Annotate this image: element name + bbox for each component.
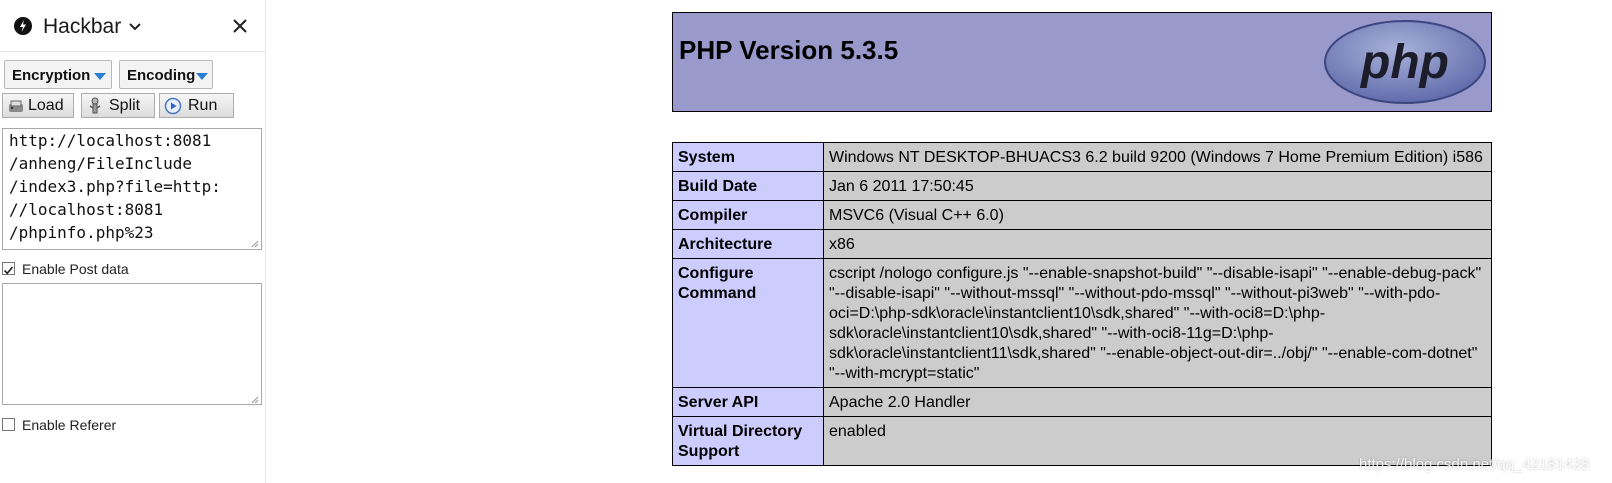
php-info-table: System Windows NT DESKTOP-BHUACS3 6.2 bui… bbox=[672, 142, 1492, 466]
info-row-label: Architecture bbox=[672, 229, 824, 259]
info-row: Build Date Jan 6 2011 17:50:45 bbox=[672, 171, 1492, 201]
hackbar-title[interactable]: Hackbar bbox=[43, 15, 121, 39]
load-label: Load bbox=[28, 97, 64, 114]
enable-post-data-label: Enable Post data bbox=[22, 261, 129, 277]
split-label: Split bbox=[109, 97, 141, 114]
info-row-label: System bbox=[672, 142, 824, 172]
load-button[interactable]: Load bbox=[2, 93, 74, 118]
encryption-dropdown[interactable]: Encryption bbox=[4, 60, 112, 89]
watermark: https://blog.csdn.net/qq_42181428 bbox=[1359, 456, 1590, 473]
info-row: Compiler MSVC6 (Visual C++ 6.0) bbox=[672, 200, 1492, 230]
enable-post-data-checkbox[interactable] bbox=[2, 262, 15, 275]
info-row-label: Virtual Directory Support bbox=[672, 416, 824, 466]
info-row-value: Windows NT DESKTOP-BHUACS3 6.2 build 920… bbox=[823, 142, 1492, 172]
info-row-value: Jan 6 2011 17:50:45 bbox=[823, 171, 1492, 201]
info-row-value: Apache 2.0 Handler bbox=[823, 387, 1492, 417]
enable-referer-checkbox[interactable] bbox=[2, 418, 15, 431]
encoding-label: Encoding bbox=[127, 67, 196, 84]
info-row-label: Compiler bbox=[672, 200, 824, 230]
enable-referer-row[interactable]: Enable Referer bbox=[2, 417, 182, 435]
resize-grip-icon[interactable] bbox=[249, 394, 259, 404]
post-data-input[interactable] bbox=[2, 283, 262, 405]
hackbar-header: Hackbar bbox=[0, 0, 266, 52]
chevron-down-icon[interactable] bbox=[129, 23, 141, 31]
info-row: Architecture x86 bbox=[672, 229, 1492, 259]
enable-referer-label: Enable Referer bbox=[22, 417, 117, 433]
info-row-value: x86 bbox=[823, 229, 1492, 259]
load-icon bbox=[9, 100, 23, 112]
info-row: System Windows NT DESKTOP-BHUACS3 6.2 bui… bbox=[672, 142, 1492, 172]
run-button[interactable]: Run bbox=[159, 93, 234, 118]
run-label: Run bbox=[188, 97, 218, 114]
php-logo: php bbox=[1324, 20, 1486, 104]
info-row-label: Build Date bbox=[672, 171, 824, 201]
info-row-label: Server API bbox=[672, 387, 824, 417]
page-title: PHP Version 5.3.5 bbox=[679, 35, 899, 65]
close-icon[interactable] bbox=[231, 17, 249, 35]
encryption-label: Encryption bbox=[12, 67, 91, 84]
info-row: Configure Command cscript /nologo configu… bbox=[672, 258, 1492, 388]
checkmark-icon bbox=[3, 266, 14, 275]
dropdown-arrow-icon bbox=[196, 73, 208, 80]
enable-post-data-row[interactable]: Enable Post data bbox=[2, 261, 182, 279]
info-row-value: cscript /nologo configure.js "--enable-s… bbox=[823, 258, 1492, 388]
hackbar-sidebar: Hackbar Encryption Encoding Load Split R… bbox=[0, 0, 266, 483]
info-row-value: MSVC6 (Visual C++ 6.0) bbox=[823, 200, 1492, 230]
info-row: Server API Apache 2.0 Handler bbox=[672, 387, 1492, 417]
hackbar-logo-icon bbox=[14, 17, 32, 35]
resize-grip-icon[interactable] bbox=[249, 238, 259, 248]
run-icon bbox=[164, 97, 182, 115]
url-input[interactable]: http://localhost:8081 /anheng/FileInclud… bbox=[2, 128, 262, 250]
split-button[interactable]: Split bbox=[81, 93, 155, 118]
split-icon bbox=[89, 97, 101, 114]
info-row-label: Configure Command bbox=[672, 258, 824, 388]
dropdown-arrow-icon bbox=[94, 73, 106, 80]
php-logo-text: php bbox=[1359, 36, 1449, 89]
encoding-dropdown[interactable]: Encoding bbox=[119, 60, 213, 89]
php-version-header: PHP Version 5.3.5 php bbox=[672, 12, 1492, 112]
